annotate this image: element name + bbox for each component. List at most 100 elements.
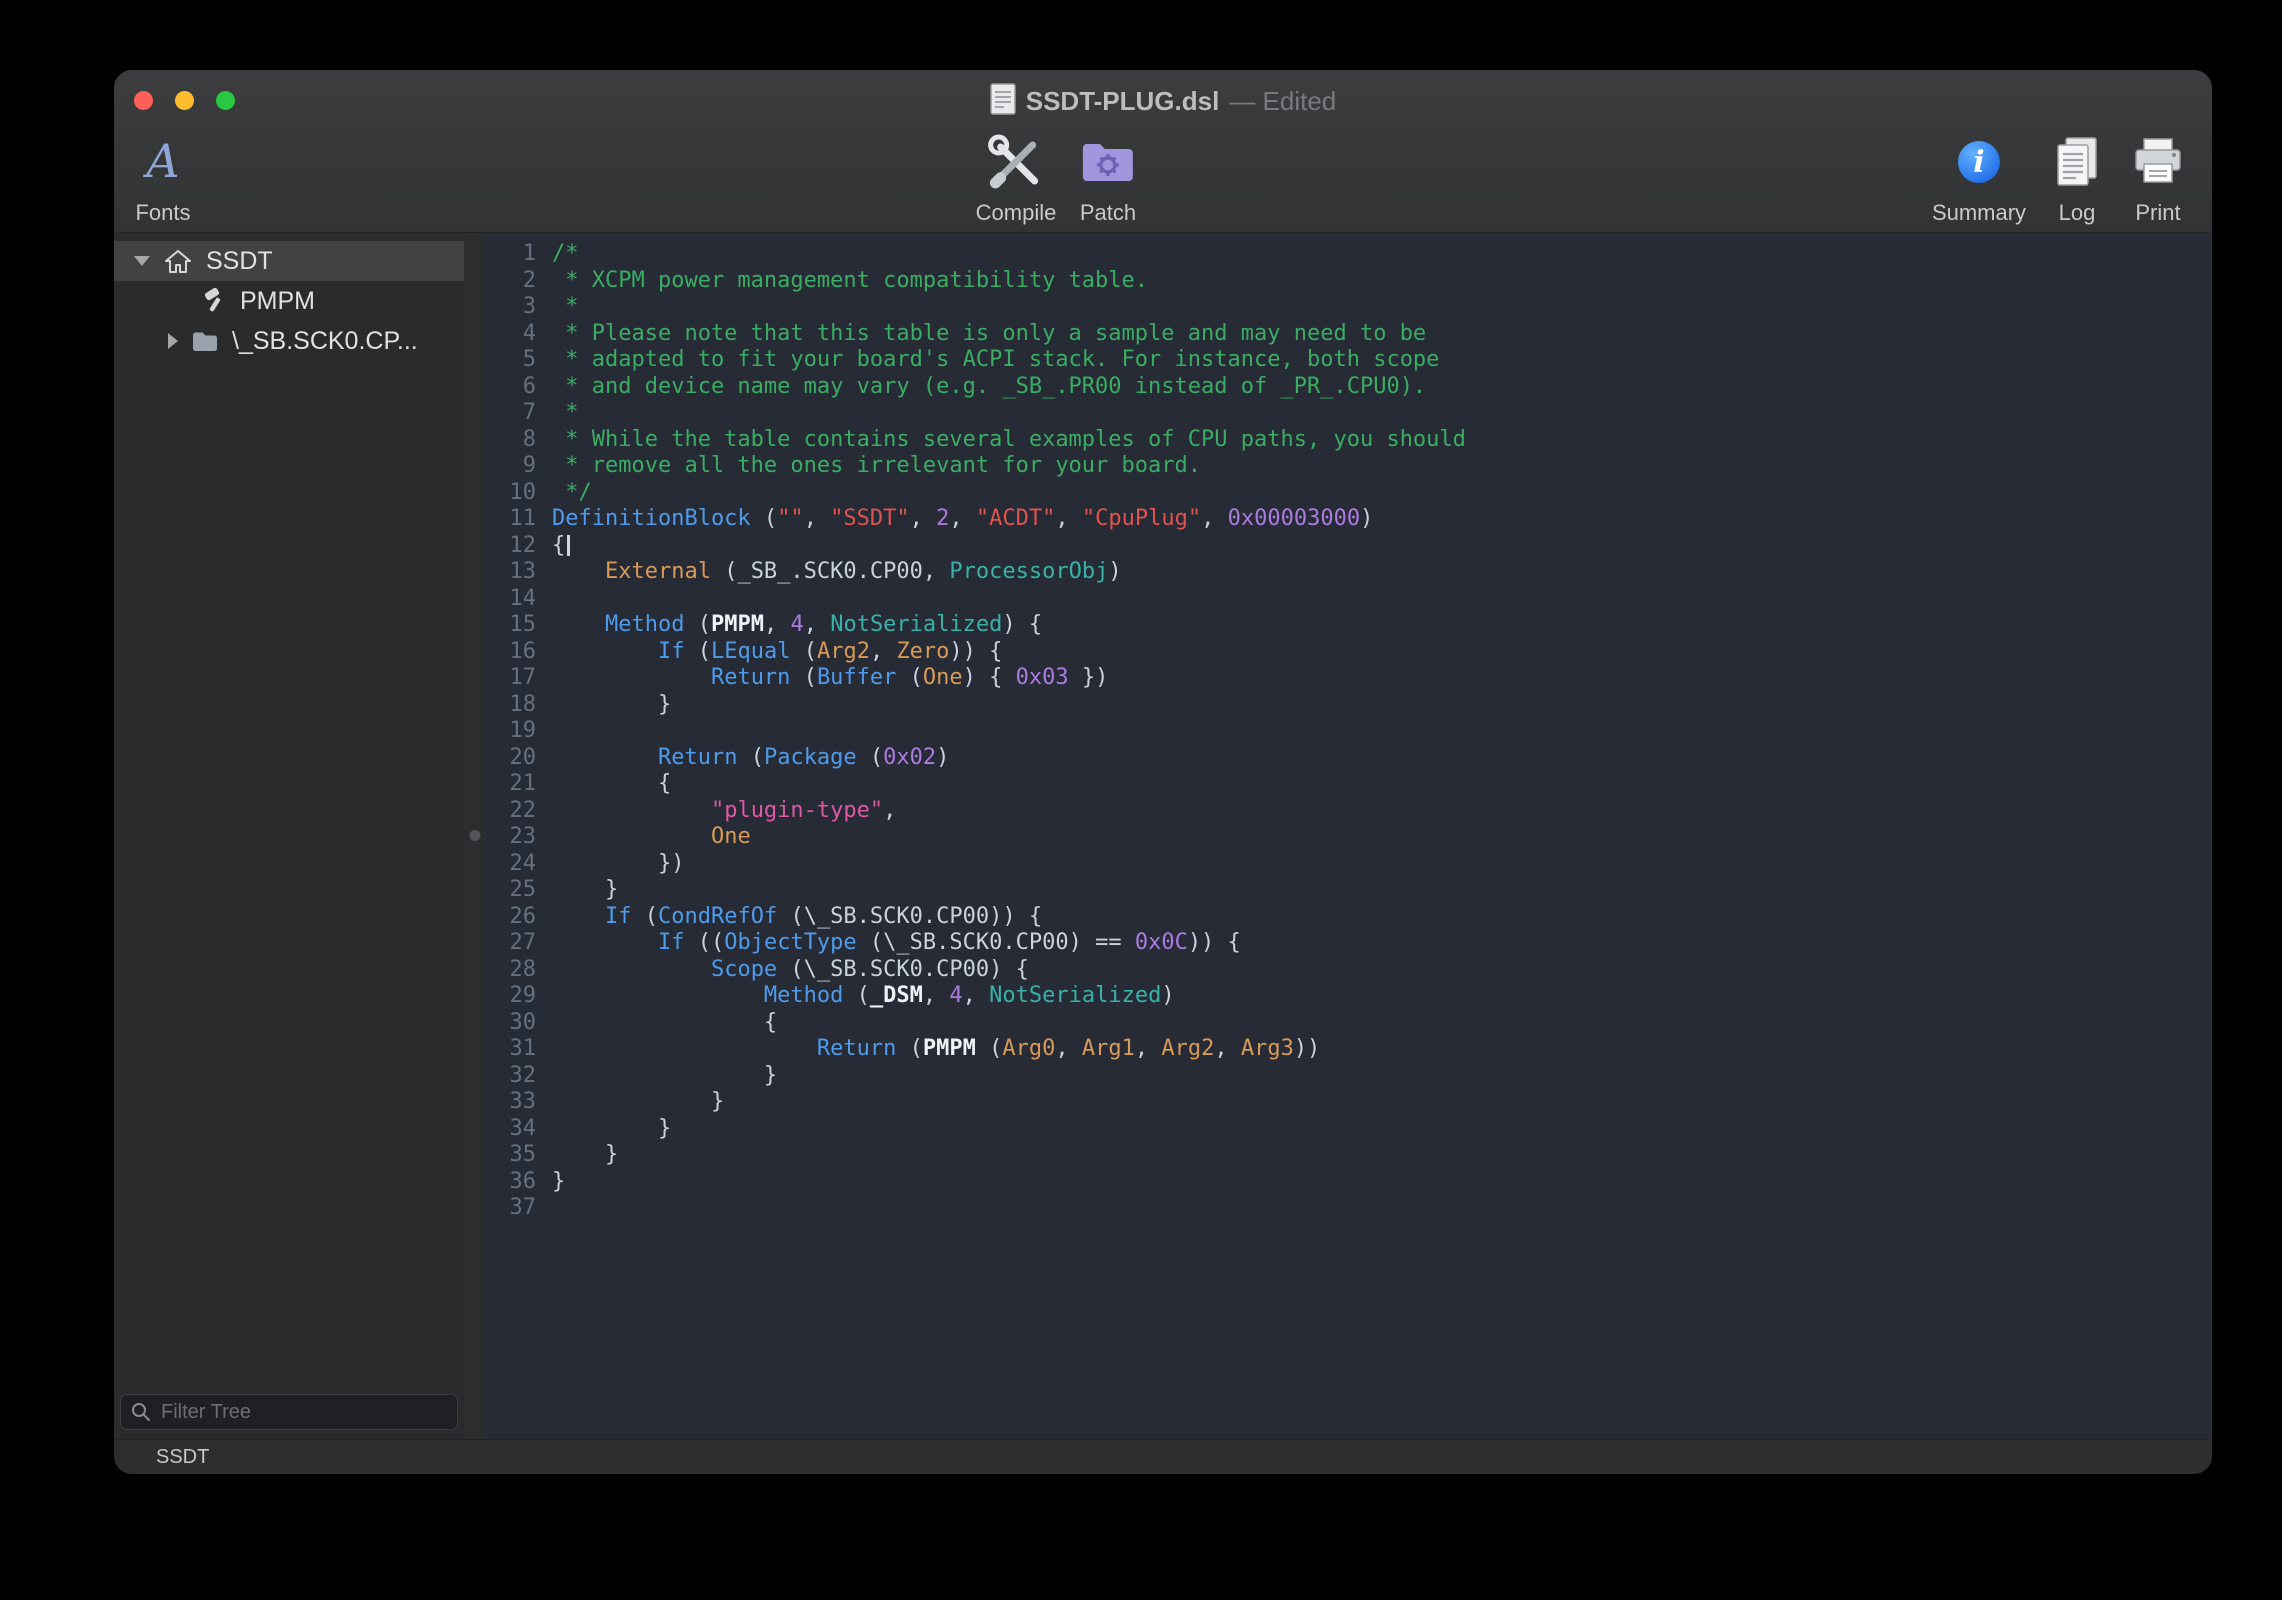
log-label: Log <box>2059 200 2096 226</box>
line-number: 26 <box>486 904 536 931</box>
code-line: 34 } <box>486 1116 2209 1143</box>
title-area: SSDT-PLUG.dsl — Edited <box>114 70 2212 132</box>
line-number: 8 <box>486 427 536 454</box>
line-number: 28 <box>486 957 536 984</box>
toolbar: A Fonts <box>114 126 2212 232</box>
code-line: 2 * XCPM power management compatibility … <box>486 268 2209 295</box>
code-lines: 1/*2 * XCPM power management compatibili… <box>486 241 2209 1222</box>
code-line: 29 Method (_DSM, 4, NotSerialized) <box>486 983 2209 1010</box>
window-title: SSDT-PLUG.dsl <box>1026 86 1220 117</box>
code-line: 3 * <box>486 294 2209 321</box>
line-number: 12 <box>486 533 536 560</box>
line-number: 3 <box>486 294 536 321</box>
line-number: 33 <box>486 1089 536 1116</box>
disclosure-down-icon[interactable] <box>134 256 150 266</box>
compile-tools-icon <box>985 126 1047 198</box>
line-number: 30 <box>486 1010 536 1037</box>
line-number: 11 <box>486 506 536 533</box>
code-line: 5 * adapted to fit your board's ACPI sta… <box>486 347 2209 374</box>
line-number: 15 <box>486 612 536 639</box>
log-pages-icon <box>2053 126 2101 198</box>
line-number: 35 <box>486 1142 536 1169</box>
patch-button[interactable]: Patch <box>1080 126 1136 230</box>
line-number: 14 <box>486 586 536 613</box>
summary-label: Summary <box>1932 200 2026 226</box>
code-line: 26 If (CondRefOf (\_SB.SCK0.CP00)) { <box>486 904 2209 931</box>
code-line: 15 Method (PMPM, 4, NotSerialized) { <box>486 612 2209 639</box>
line-number: 20 <box>486 745 536 772</box>
tree-item-label: \_SB.SCK0.CP... <box>232 327 418 356</box>
code-line: 14 <box>486 586 2209 613</box>
document-icon <box>990 83 1016 120</box>
code-line: 11DefinitionBlock ("", "SSDT", 2, "ACDT"… <box>486 506 2209 533</box>
line-number: 19 <box>486 718 536 745</box>
line-number: 5 <box>486 347 536 374</box>
line-number: 32 <box>486 1063 536 1090</box>
code-line: 27 If ((ObjectType (\_SB.SCK0.CP00) == 0… <box>486 930 2209 957</box>
statusbar: SSDT <box>114 1439 2212 1474</box>
code-line: 18 } <box>486 692 2209 719</box>
code-line: 21 { <box>486 771 2209 798</box>
summary-info-icon: i <box>1956 126 2002 198</box>
print-button[interactable]: Print <box>2132 126 2184 230</box>
code-line: 8 * While the table contains several exa… <box>486 427 2209 454</box>
line-number: 16 <box>486 639 536 666</box>
tree-item-pmpm[interactable]: PMPM <box>114 281 464 321</box>
code-line: 9 * remove all the ones irrelevant for y… <box>486 453 2209 480</box>
search-icon <box>130 1401 152 1423</box>
code-line: 1/* <box>486 241 2209 268</box>
code-line: 22 "plugin-type", <box>486 798 2209 825</box>
code-line: 19 <box>486 718 2209 745</box>
code-line: 23 One <box>486 824 2209 851</box>
sidebar: SSDT PMPM <box>114 233 464 1439</box>
filter-field <box>120 1394 458 1430</box>
maciasl-window: SSDT-PLUG.dsl — Edited A Fonts <box>114 70 2212 1474</box>
code-line: 10 */ <box>486 480 2209 507</box>
line-number: 34 <box>486 1116 536 1143</box>
line-number: 6 <box>486 374 536 401</box>
code-line: 20 Return (Package (0x02) <box>486 745 2209 772</box>
disclosure-right-icon[interactable] <box>168 333 178 349</box>
method-icon <box>202 288 228 314</box>
line-number: 7 <box>486 400 536 427</box>
log-button[interactable]: Log <box>2053 126 2101 230</box>
line-number: 29 <box>486 983 536 1010</box>
window-title-edited: — Edited <box>1229 86 1336 117</box>
line-number: 10 <box>486 480 536 507</box>
code-line: 6 * and device name may vary (e.g. _SB_.… <box>486 374 2209 401</box>
code-line: 28 Scope (\_SB.SCK0.CP00) { <box>486 957 2209 984</box>
line-number: 17 <box>486 665 536 692</box>
text-cursor <box>567 535 570 556</box>
status-text: SSDT <box>114 1446 209 1469</box>
code-line: 7 * <box>486 400 2209 427</box>
code-line: 35 } <box>486 1142 2209 1169</box>
line-number: 24 <box>486 851 536 878</box>
code-line: 30 { <box>486 1010 2209 1037</box>
line-number: 18 <box>486 692 536 719</box>
line-number: 23 <box>486 824 536 851</box>
code-line: 16 If (LEqual (Arg2, Zero)) { <box>486 639 2209 666</box>
code-line: 13 External (_SB_.SCK0.CP00, ProcessorOb… <box>486 559 2209 586</box>
fonts-button[interactable]: A Fonts <box>135 126 190 230</box>
code-line: 32 } <box>486 1063 2209 1090</box>
desktop: SSDT-PLUG.dsl — Edited A Fonts <box>0 0 2282 1600</box>
tree-item-sb-sck0[interactable]: \_SB.SCK0.CP... <box>114 321 464 361</box>
fonts-label: Fonts <box>135 200 190 226</box>
split-handle[interactable] <box>470 830 481 841</box>
titlebar[interactable]: SSDT-PLUG.dsl — Edited <box>114 70 2212 132</box>
summary-button[interactable]: i Summary <box>1932 126 2026 230</box>
filter-tree-input[interactable] <box>159 1400 448 1425</box>
line-number: 4 <box>486 321 536 348</box>
tree-item-ssdt[interactable]: SSDT <box>114 241 464 281</box>
code-editor[interactable]: 1/*2 * XCPM power management compatibili… <box>486 233 2209 1439</box>
line-number: 2 <box>486 268 536 295</box>
compile-button[interactable]: Compile <box>976 126 1057 230</box>
code-line: 25 } <box>486 877 2209 904</box>
code-line: 37 <box>486 1195 2209 1222</box>
line-number: 36 <box>486 1169 536 1196</box>
line-number: 31 <box>486 1036 536 1063</box>
split-divider <box>464 233 486 1439</box>
compile-label: Compile <box>976 200 1057 226</box>
split-view: SSDT PMPM <box>114 233 2212 1439</box>
svg-text:i: i <box>1973 145 1984 180</box>
